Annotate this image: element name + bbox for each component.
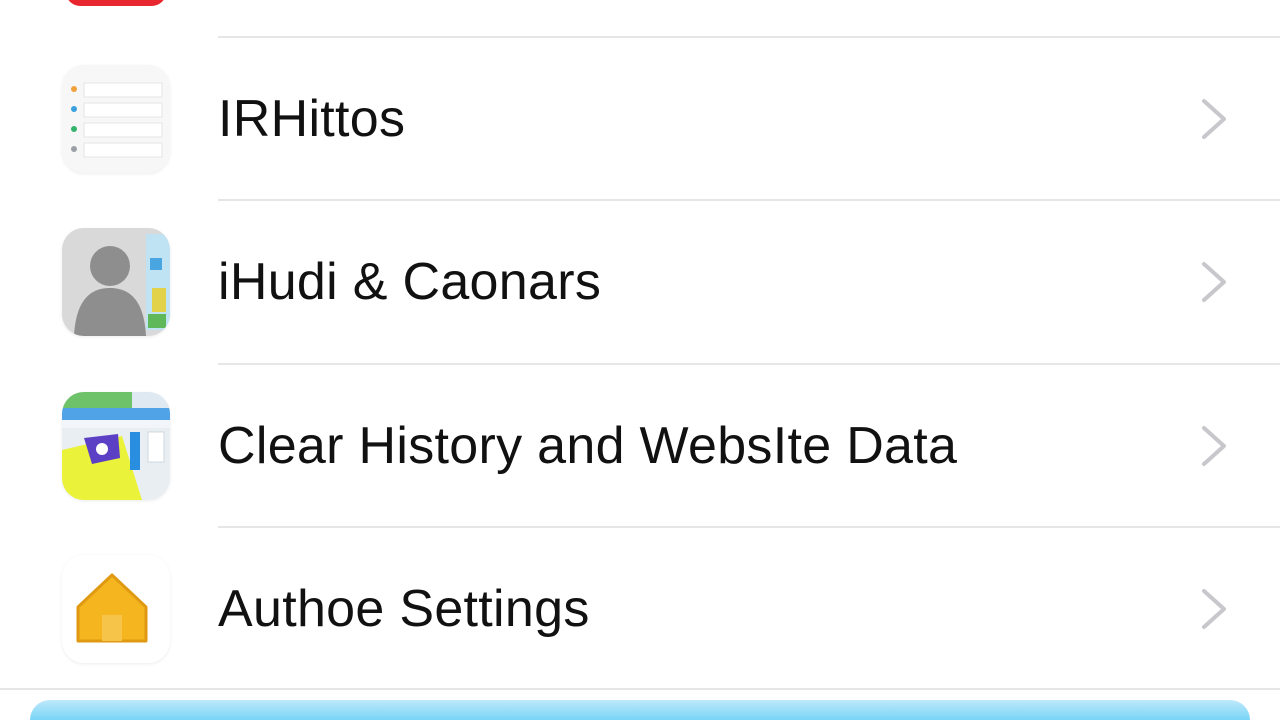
notes-list-icon bbox=[62, 65, 170, 173]
settings-screen: IRHittos iHudi & Caonars Clear History a… bbox=[0, 0, 1280, 720]
settings-row-ihudi-caonars[interactable]: iHudi & Caonars bbox=[0, 201, 1280, 363]
chevron-right-icon bbox=[1202, 426, 1226, 466]
settings-row-label: Authoe Settings bbox=[218, 580, 590, 638]
red-app-icon bbox=[66, 0, 166, 6]
map-app-icon bbox=[62, 392, 170, 500]
settings-row-label: iHudi & Caonars bbox=[218, 253, 602, 311]
chevron-right-icon bbox=[1202, 99, 1226, 139]
settings-row-irhittos[interactable]: IRHittos bbox=[0, 38, 1280, 200]
contact-photo-icon bbox=[62, 228, 170, 336]
bottom-highlight-bar bbox=[30, 700, 1250, 720]
settings-row-authoe-settings[interactable]: Authoe Settings bbox=[0, 528, 1280, 690]
settings-row-clear-history[interactable]: Clear History and WebsIte Data bbox=[0, 365, 1280, 527]
settings-row-label: Clear History and WebsIte Data bbox=[218, 417, 958, 475]
settings-row-label: IRHittos bbox=[218, 90, 406, 148]
home-icon bbox=[62, 555, 170, 663]
chevron-right-icon bbox=[1202, 262, 1226, 302]
row-separator bbox=[0, 688, 1280, 690]
chevron-right-icon bbox=[1202, 589, 1226, 629]
